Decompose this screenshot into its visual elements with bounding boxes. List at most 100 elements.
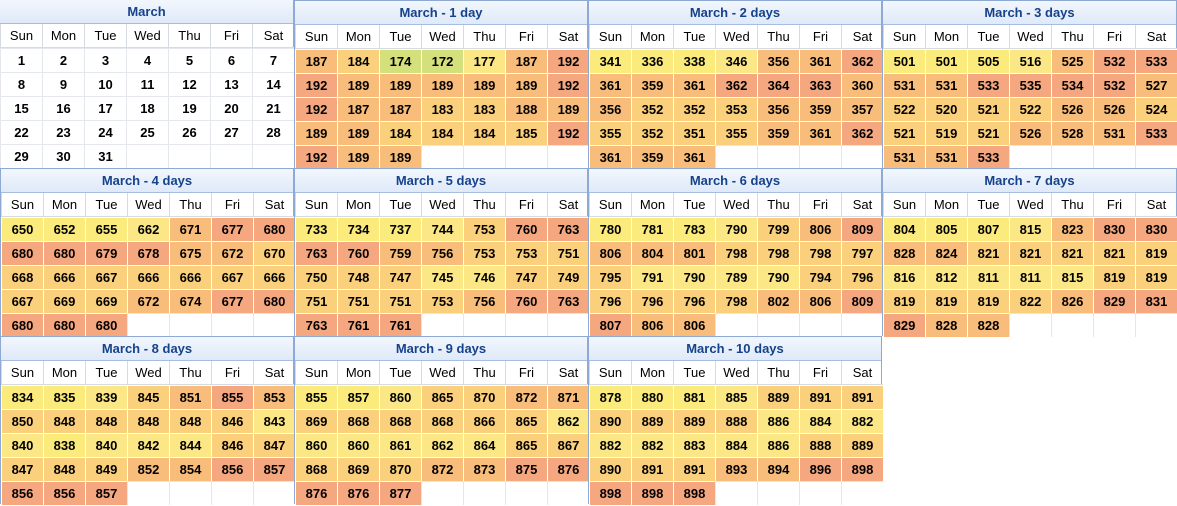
calendar-day-cell[interactable]: 8 (0, 72, 42, 96)
calendar-day-cell[interactable]: 6 (210, 48, 252, 72)
heatmap-value-cell[interactable]: 856 (211, 457, 253, 481)
heatmap-value-cell[interactable]: 890 (589, 409, 631, 433)
heatmap-value-cell[interactable]: 809 (841, 217, 883, 241)
heatmap-value-cell[interactable]: 829 (883, 313, 925, 337)
calendar-day-cell[interactable]: 24 (84, 120, 126, 144)
heatmap-value-cell[interactable]: 830 (1135, 217, 1177, 241)
heatmap-value-cell[interactable]: 855 (295, 385, 337, 409)
heatmap-value-cell[interactable]: 364 (757, 73, 799, 97)
calendar-day-cell[interactable]: 15 (0, 96, 42, 120)
calendar-day-cell[interactable]: 19 (168, 96, 210, 120)
heatmap-value-cell[interactable]: 869 (337, 457, 379, 481)
heatmap-value-cell[interactable]: 501 (883, 49, 925, 73)
heatmap-value-cell[interactable]: 797 (841, 241, 883, 265)
heatmap-value-cell[interactable]: 819 (1135, 241, 1177, 265)
heatmap-value-cell[interactable]: 655 (85, 217, 127, 241)
heatmap-value-cell[interactable]: 189 (337, 145, 379, 169)
heatmap-value-cell[interactable]: 359 (631, 73, 673, 97)
heatmap-value-cell[interactable]: 884 (715, 433, 757, 457)
calendar-day-cell[interactable]: 22 (0, 120, 42, 144)
heatmap-value-cell[interactable]: 868 (295, 457, 337, 481)
heatmap-value-cell[interactable]: 830 (1093, 217, 1135, 241)
heatmap-value-cell[interactable]: 532 (1093, 73, 1135, 97)
heatmap-value-cell[interactable]: 763 (295, 313, 337, 337)
heatmap-value-cell[interactable]: 891 (799, 385, 841, 409)
heatmap-value-cell[interactable]: 652 (43, 217, 85, 241)
heatmap-value-cell[interactable]: 896 (799, 457, 841, 481)
heatmap-value-cell[interactable]: 361 (799, 121, 841, 145)
heatmap-value-cell[interactable]: 680 (43, 313, 85, 337)
heatmap-value-cell[interactable]: 531 (1093, 121, 1135, 145)
heatmap-value-cell[interactable]: 889 (631, 409, 673, 433)
heatmap-value-cell[interactable]: 840 (1, 433, 43, 457)
calendar-day-cell[interactable]: 11 (126, 72, 168, 96)
heatmap-value-cell[interactable]: 760 (505, 289, 547, 313)
heatmap-value-cell[interactable]: 857 (337, 385, 379, 409)
heatmap-value-cell[interactable]: 751 (379, 289, 421, 313)
heatmap-value-cell[interactable]: 737 (379, 217, 421, 241)
heatmap-value-cell[interactable]: 886 (757, 433, 799, 457)
heatmap-value-cell[interactable]: 505 (967, 49, 1009, 73)
heatmap-value-cell[interactable]: 855 (211, 385, 253, 409)
heatmap-value-cell[interactable]: 189 (547, 97, 589, 121)
heatmap-value-cell[interactable]: 821 (1051, 241, 1093, 265)
heatmap-value-cell[interactable]: 751 (337, 289, 379, 313)
heatmap-value-cell[interactable]: 672 (127, 289, 169, 313)
heatmap-value-cell[interactable]: 783 (673, 217, 715, 241)
heatmap-value-cell[interactable]: 870 (463, 385, 505, 409)
calendar-day-cell[interactable]: 17 (84, 96, 126, 120)
heatmap-value-cell[interactable]: 184 (463, 121, 505, 145)
heatmap-value-cell[interactable]: 838 (43, 433, 85, 457)
heatmap-value-cell[interactable]: 823 (1051, 217, 1093, 241)
calendar-day-cell[interactable]: 4 (126, 48, 168, 72)
heatmap-value-cell[interactable]: 533 (967, 145, 1009, 169)
heatmap-value-cell[interactable]: 174 (379, 49, 421, 73)
calendar-day-cell[interactable]: 10 (84, 72, 126, 96)
heatmap-value-cell[interactable]: 798 (799, 241, 841, 265)
heatmap-value-cell[interactable]: 828 (925, 313, 967, 337)
heatmap-value-cell[interactable]: 860 (337, 433, 379, 457)
heatmap-value-cell[interactable]: 831 (1135, 289, 1177, 313)
heatmap-value-cell[interactable]: 794 (799, 265, 841, 289)
heatmap-value-cell[interactable]: 753 (421, 289, 463, 313)
heatmap-value-cell[interactable]: 889 (757, 385, 799, 409)
heatmap-value-cell[interactable]: 806 (799, 217, 841, 241)
heatmap-value-cell[interactable]: 187 (379, 97, 421, 121)
heatmap-value-cell[interactable]: 187 (505, 49, 547, 73)
heatmap-value-cell[interactable]: 898 (589, 481, 631, 505)
heatmap-value-cell[interactable]: 359 (757, 121, 799, 145)
heatmap-value-cell[interactable]: 516 (1009, 49, 1051, 73)
heatmap-value-cell[interactable]: 819 (967, 289, 1009, 313)
heatmap-value-cell[interactable]: 531 (925, 73, 967, 97)
heatmap-value-cell[interactable]: 886 (757, 409, 799, 433)
heatmap-value-cell[interactable]: 531 (925, 145, 967, 169)
heatmap-value-cell[interactable]: 856 (43, 481, 85, 505)
heatmap-value-cell[interactable]: 763 (547, 217, 589, 241)
calendar-day-cell[interactable]: 30 (42, 144, 84, 168)
heatmap-value-cell[interactable]: 532 (1093, 49, 1135, 73)
heatmap-value-cell[interactable]: 187 (337, 97, 379, 121)
heatmap-value-cell[interactable]: 801 (673, 241, 715, 265)
heatmap-value-cell[interactable]: 821 (1009, 241, 1051, 265)
heatmap-value-cell[interactable]: 680 (1, 241, 43, 265)
heatmap-value-cell[interactable]: 799 (757, 217, 799, 241)
heatmap-value-cell[interactable]: 819 (925, 289, 967, 313)
heatmap-value-cell[interactable]: 187 (295, 49, 337, 73)
calendar-day-cell[interactable]: 29 (0, 144, 42, 168)
heatmap-value-cell[interactable]: 521 (967, 121, 1009, 145)
heatmap-value-cell[interactable]: 189 (463, 73, 505, 97)
heatmap-value-cell[interactable]: 856 (1, 481, 43, 505)
heatmap-value-cell[interactable]: 667 (211, 265, 253, 289)
heatmap-value-cell[interactable]: 192 (295, 97, 337, 121)
heatmap-value-cell[interactable]: 763 (547, 289, 589, 313)
heatmap-value-cell[interactable]: 811 (1009, 265, 1051, 289)
heatmap-value-cell[interactable]: 804 (631, 241, 673, 265)
heatmap-value-cell[interactable]: 806 (799, 289, 841, 313)
heatmap-value-cell[interactable]: 677 (211, 217, 253, 241)
heatmap-value-cell[interactable]: 870 (379, 457, 421, 481)
heatmap-value-cell[interactable]: 798 (715, 241, 757, 265)
heatmap-value-cell[interactable]: 894 (757, 457, 799, 481)
heatmap-value-cell[interactable]: 806 (673, 313, 715, 337)
heatmap-value-cell[interactable]: 533 (1135, 121, 1177, 145)
heatmap-value-cell[interactable]: 675 (169, 241, 211, 265)
